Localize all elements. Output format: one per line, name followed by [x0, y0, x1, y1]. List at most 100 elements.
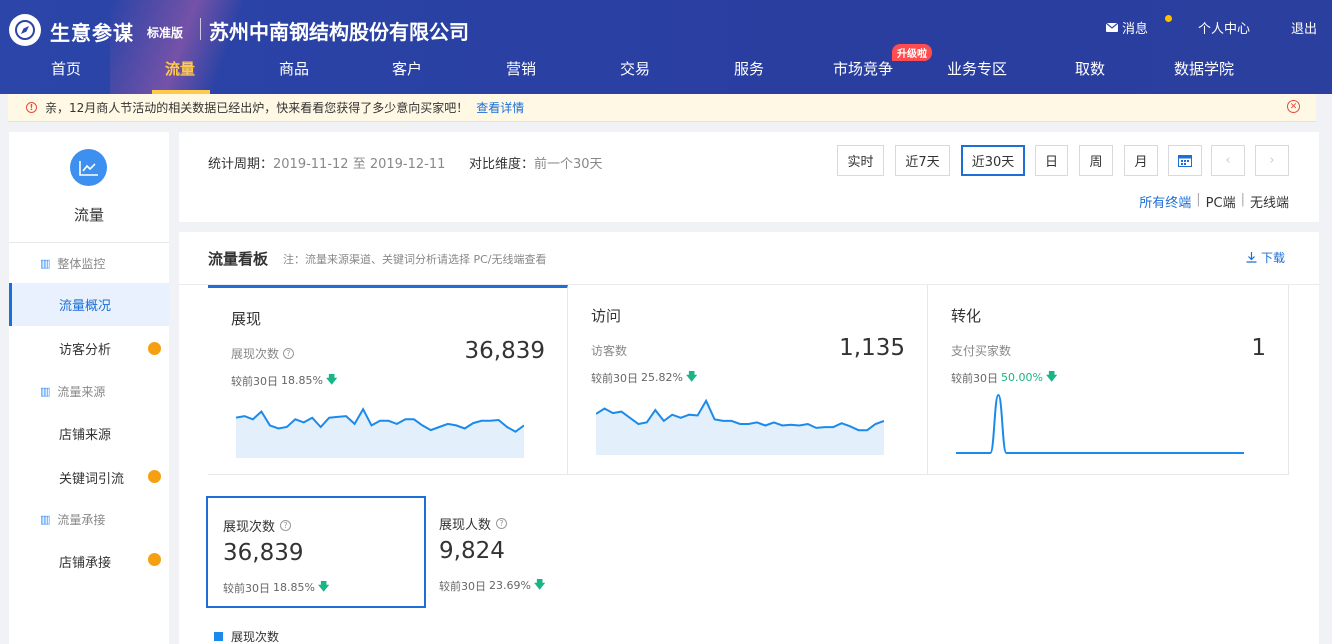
sidebar-item-label: 关键词引流 — [59, 472, 125, 487]
metric-card-conversion[interactable]: 转化 支付买家数 1 较前30日 50.00% 🡇 — [928, 285, 1289, 475]
close-icon[interactable]: ✕ — [1287, 100, 1300, 113]
sidebar-item-label: 流量概况 — [59, 299, 112, 314]
company-name: 苏州中南钢结构股份有限公司 — [209, 20, 469, 44]
metric-label-text: 访客数 — [591, 344, 628, 358]
arrow-down-icon: 🡇 — [1045, 370, 1058, 383]
stat-period: 统计周期：2019-11-12 至 2019-12-11 — [208, 153, 445, 172]
sidebar-item-label: 店铺承接 — [59, 556, 112, 571]
arrow-down-icon: 🡇 — [685, 370, 698, 383]
nav-customers[interactable]: 客户 — [392, 58, 422, 79]
sidebar-item-shop-reception[interactable]: 店铺承接 — [9, 540, 169, 583]
prev-period-button[interactable]: ‹ — [1211, 145, 1245, 176]
sub-metric-compare: 较前30日 23.69% 🡇 — [439, 576, 545, 595]
sub-metric-compare: 较前30日 18.85% 🡇 — [223, 578, 329, 597]
nav-home[interactable]: 首页 — [51, 58, 81, 79]
sidebar-item-visitor-analysis[interactable]: 访客分析 — [9, 327, 169, 370]
range-day-button[interactable]: 日 — [1035, 145, 1068, 176]
sparkline-area — [236, 409, 524, 458]
download-icon — [1246, 252, 1257, 263]
calendar-button[interactable] — [1168, 145, 1202, 176]
arrow-down-icon: 🡇 — [325, 373, 338, 386]
metric-compare: 较前30日 18.85% 🡇 — [231, 371, 337, 390]
line-chart-icon — [70, 149, 107, 186]
metric-card-visits[interactable]: 访问 访客数 1,135 较前30日 25.82% 🡇 — [568, 285, 928, 475]
metric-name: 转化 — [951, 307, 982, 325]
next-period-button[interactable]: › — [1255, 145, 1289, 176]
nav-trade[interactable]: 交易 — [620, 58, 650, 79]
compare-dimension[interactable]: 对比维度：前一个30天 — [469, 153, 603, 172]
sparkline-line — [956, 393, 1244, 454]
sub-metric-label: 展现人数 ? — [439, 514, 508, 533]
arrow-down-icon: 🡇 — [533, 578, 546, 591]
new-dot — [148, 342, 161, 355]
nav-data-academy[interactable]: 数据学院 — [1174, 58, 1234, 79]
brand-name[interactable]: 生意参谋 — [50, 17, 134, 46]
help-icon[interactable]: ? — [280, 520, 292, 531]
messages-link[interactable]: 消息 — [1106, 18, 1148, 37]
compass-logo-icon[interactable] — [9, 14, 41, 46]
sub-metric-impression-count[interactable]: 展现次数 ? 36,839 较前30日 18.85% 🡇 — [206, 496, 426, 608]
download-button[interactable]: 下载 — [1246, 249, 1285, 266]
sidebar-item-shop-source[interactable]: 店铺来源 — [9, 412, 169, 455]
metric-label: 展现次数 ? — [231, 345, 295, 362]
range-month-button[interactable]: 月 — [1124, 145, 1158, 176]
metric-label: 访客数 — [591, 342, 627, 359]
sidebar-group-label: 整体监控 — [57, 257, 106, 271]
range-30days-button[interactable]: 近30天 — [961, 145, 1025, 176]
terminal-all[interactable]: 所有终端 — [1139, 192, 1191, 211]
metric-name: 展现 — [231, 310, 262, 328]
terminal-pc[interactable]: PC端 — [1206, 192, 1236, 211]
sidebar-item-keyword-traffic[interactable]: 关键词引流 — [9, 456, 169, 499]
nav-goods[interactable]: 商品 — [279, 58, 309, 79]
notice-text: 亲，12月商人节活动的相关数据已经出炉，快来看看您获得了多少意向买家吧！ — [45, 101, 469, 115]
calendar-icon — [1178, 155, 1192, 167]
sub-metric-impression-users[interactable]: 展现人数 ? 9,824 较前30日 23.69% 🡇 — [424, 496, 644, 608]
notice-bar: ! 亲，12月商人节活动的相关数据已经出炉，快来看看您获得了多少意向买家吧！ 查… — [8, 94, 1316, 122]
legend-swatch — [214, 632, 223, 641]
building-icon: ▥ — [40, 513, 51, 526]
separator: | — [1240, 192, 1245, 207]
sub-metric-value: 9,824 — [439, 538, 505, 564]
board-note: 注：流量来源渠道、关键词分析请选择 PC/无线端查看 — [283, 253, 547, 266]
logout-link[interactable]: 退出 — [1291, 18, 1317, 37]
sparkline-chart — [956, 393, 1244, 454]
compare-percent: 18.85% — [273, 581, 315, 594]
nav-business-zone[interactable]: 业务专区 — [947, 58, 1007, 79]
sub-metric-value: 36,839 — [223, 540, 304, 566]
messages-label: 消息 — [1122, 22, 1149, 37]
metric-card-impressions[interactable]: 展现 展现次数 ? 36,839 较前30日 18.85% 🡇 — [208, 285, 568, 475]
filter-card: 统计周期：2019-11-12 至 2019-12-11 对比维度：前一个30天… — [179, 132, 1319, 222]
terminal-wireless[interactable]: 无线端 — [1250, 192, 1289, 211]
building-icon: ▥ — [40, 257, 51, 270]
sidebar-item-traffic-overview[interactable]: 流量概况 — [9, 283, 169, 326]
sidebar-group-label: 流量来源 — [57, 385, 106, 399]
nav-service[interactable]: 服务 — [734, 58, 764, 79]
help-icon[interactable]: ? — [283, 348, 295, 359]
compare-prefix: 较前30日 — [231, 374, 278, 388]
terminal-switch: 所有终端 | PC端 | 无线端 — [1139, 192, 1289, 211]
period-label: 统计周期： — [208, 157, 274, 172]
user-center-link[interactable]: 个人中心 — [1198, 18, 1250, 37]
sidebar-group-label: 流量承接 — [57, 513, 106, 527]
help-icon[interactable]: ? — [496, 518, 508, 529]
range-week-button[interactable]: 周 — [1079, 145, 1113, 176]
notice-view-details-link[interactable]: 查看详情 — [476, 99, 524, 116]
range-realtime-button[interactable]: 实时 — [837, 145, 884, 176]
separator: | — [1196, 192, 1201, 207]
nav-traffic[interactable]: 流量 — [165, 58, 195, 79]
compare-percent: 50.00% — [1001, 371, 1043, 384]
compare-percent: 18.85% — [281, 374, 323, 387]
metric-value: 36,839 — [464, 338, 545, 364]
compare-prefix: 较前30日 — [951, 371, 998, 385]
sub-metric-label-text: 展现人数 — [439, 518, 492, 533]
nav-marketing[interactable]: 营销 — [506, 58, 536, 79]
sub-metric-label-text: 展现次数 — [223, 520, 276, 535]
new-dot — [148, 553, 161, 566]
range-7days-button[interactable]: 近7天 — [895, 145, 950, 176]
nav-market-competition[interactable]: 市场竞争 — [833, 58, 893, 79]
chart-legend[interactable]: 展现次数 — [214, 628, 279, 644]
nav-fetch-data[interactable]: 取数 — [1075, 58, 1105, 79]
sidebar-group-reception: ▥ 流量承接 — [40, 511, 105, 528]
new-dot — [148, 470, 161, 483]
sidebar-group-source: ▥ 流量来源 — [40, 383, 105, 400]
